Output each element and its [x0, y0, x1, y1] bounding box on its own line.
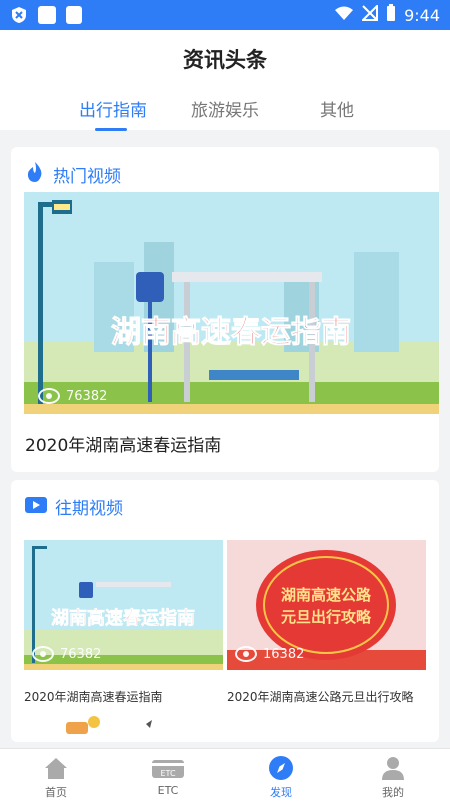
battery-icon	[386, 4, 396, 26]
compass-icon	[268, 755, 294, 781]
nav-mine[interactable]: 我的	[363, 755, 423, 800]
eye-icon	[32, 646, 54, 662]
view-count-value: 16382	[263, 646, 305, 662]
etc-card-icon: ETC	[151, 755, 185, 781]
video-play-icon	[25, 496, 47, 518]
flame-icon	[25, 161, 45, 187]
view-count-value: 76382	[66, 388, 108, 404]
section-header-past: 往期视频	[25, 494, 123, 519]
past-video-title[interactable]: 2020年湖南高速公路元旦出行攻略	[227, 688, 414, 705]
nav-discover-label: 发现	[270, 786, 292, 799]
section-header-hot: 热门视频	[25, 161, 121, 187]
hot-thumb-banner-text: 湖南高速春运指南	[111, 315, 351, 350]
view-count: 76382	[32, 646, 101, 662]
nav-discover[interactable]: 发现	[251, 755, 311, 800]
nav-etc-label: ETC	[157, 784, 179, 797]
past-videos-card: 往期视频 湖南高速春运指南 76382 2020年湖南高速春运指南 湖南高速公路	[11, 480, 439, 742]
past-video-thumbnail[interactable]: 湖南高速公路 元旦出行攻略 16382	[227, 540, 426, 670]
thumb-line1: 湖南高速公路	[281, 586, 372, 604]
hot-video-card: 热门视频 湖南高速春运指南 76382 2020年湖南高速春运指南	[11, 147, 439, 472]
thumb-line2: 元旦出行攻略	[281, 608, 372, 626]
nav-home[interactable]: 首页	[26, 755, 86, 800]
header: 资讯头条 出行指南 旅游娱乐 其他	[0, 30, 450, 131]
wifi-icon	[334, 5, 354, 25]
home-icon	[43, 755, 69, 781]
hot-video-thumbnail[interactable]: 湖南高速春运指南 76382	[24, 192, 439, 414]
past-video-thumbnail[interactable]: 湖南高速春运指南 76382	[24, 540, 223, 670]
signal-icon	[360, 3, 379, 25]
nav-etc[interactable]: ETC ETC	[138, 755, 198, 797]
bottom-nav: 首页 ETC ETC 发现 我的	[0, 748, 450, 801]
video-thumbnail-art: 湖南高速春运指南	[24, 192, 439, 414]
status-time: 9:44	[404, 5, 440, 25]
section-title-past: 往期视频	[55, 499, 123, 519]
eye-icon	[38, 388, 60, 404]
tab-bar: 出行指南 旅游娱乐 其他	[0, 96, 450, 131]
view-count: 16382	[235, 646, 304, 662]
text-icon	[66, 6, 82, 24]
hot-video-title[interactable]: 2020年湖南高速春运指南	[25, 431, 221, 456]
section-title-hot: 热门视频	[53, 166, 121, 187]
next-thumbnail-preview	[56, 712, 156, 746]
eye-icon	[235, 646, 257, 662]
user-icon	[380, 755, 406, 781]
nav-mine-label: 我的	[382, 786, 404, 799]
shield-icon	[10, 6, 28, 24]
view-count-value: 76382	[60, 646, 102, 662]
nav-home-label: 首页	[45, 786, 67, 799]
tab-travel-guide[interactable]: 出行指南	[79, 96, 147, 121]
past-thumb-banner-text: 湖南高速春运指南	[51, 607, 195, 629]
past-video-title[interactable]: 2020年湖南高速春运指南	[24, 688, 163, 705]
square-icon	[38, 6, 56, 24]
tab-other[interactable]: 其他	[320, 96, 354, 121]
page-title: 资讯头条	[183, 48, 267, 72]
svg-text:ETC: ETC	[160, 769, 175, 778]
tab-travel-entertainment[interactable]: 旅游娱乐	[191, 96, 259, 121]
view-count: 76382	[38, 388, 107, 404]
status-bar: 9:44	[0, 0, 450, 30]
tab-indicator	[95, 128, 127, 131]
